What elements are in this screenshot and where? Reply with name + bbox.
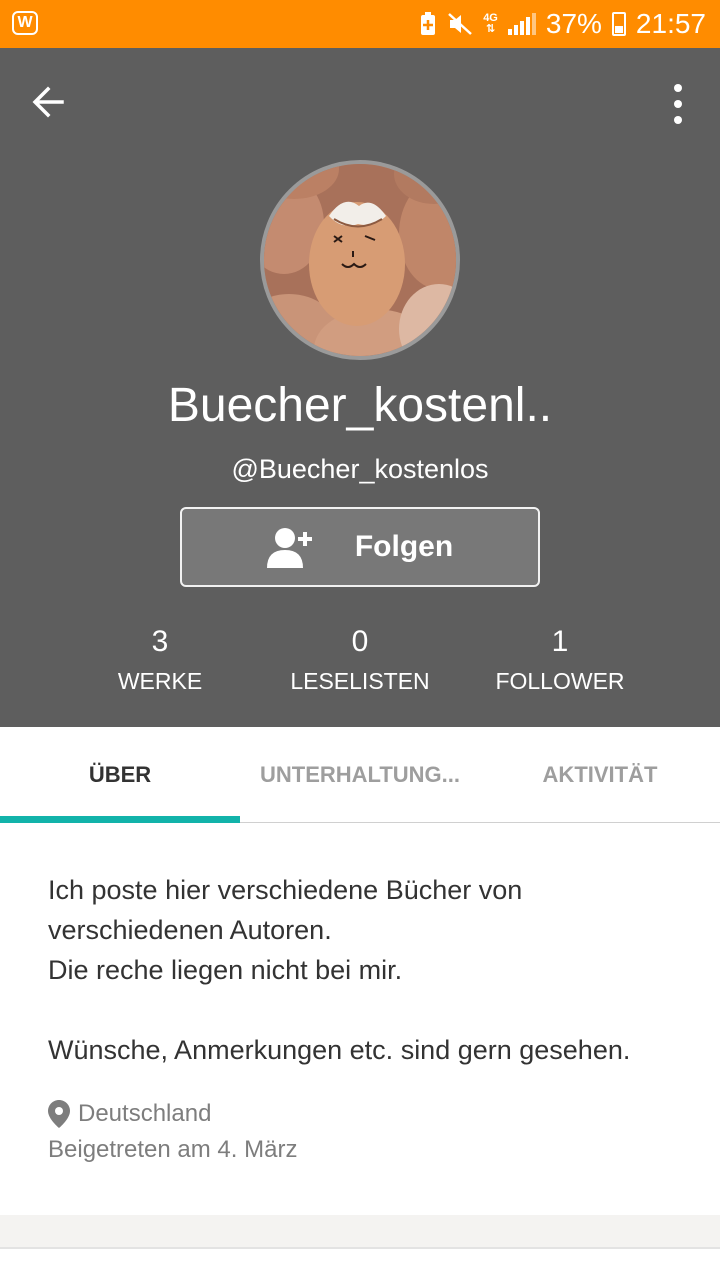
data-arrows-icon: ⇅ [485,23,496,35]
follow-button[interactable]: Folgen [180,507,540,587]
stat-reading-lists[interactable]: 0 LESELISTEN [260,624,460,704]
profile-tabs: ÜBER UNTERHALTUNG... AKTIVITÄT [0,727,720,823]
stat-followers[interactable]: 1 FOLLOWER [460,624,660,704]
stat-reading-lists-value: 0 [351,625,369,658]
username: @Buecher_kostenlos [231,454,489,484]
battery-percent: 37% [545,8,602,39]
stat-followers-label: FOLLOWER [495,668,625,694]
stat-works[interactable]: 3 WERKE [60,624,260,704]
follow-label: Folgen [354,530,454,563]
location-pin-icon [48,1100,70,1128]
stat-followers-value: 1 [551,625,569,658]
add-user-icon [266,528,312,568]
battery-saver-icon [421,12,436,35]
more-options-button[interactable] [666,84,690,124]
network-indicator: 4G ⇅ [483,12,498,35]
clock: 21:57 [635,8,706,39]
stat-reading-lists-label: LESELISTEN [290,668,430,694]
divider-line [0,1247,720,1249]
profile-header: Buecher_kostenl.. @Buecher_kostenlos Fol… [0,48,720,727]
back-button[interactable] [30,84,80,124]
wattpad-app-icon: W [12,11,38,35]
tab-about[interactable]: ÜBER [0,727,240,823]
signal-icon [507,13,536,35]
stat-works-label: WERKE [117,668,203,694]
section-divider [0,1215,720,1247]
mute-icon [448,13,473,35]
egg-avatar-image [264,164,456,356]
stat-works-value: 3 [151,625,169,658]
tab-activity[interactable]: AKTIVITÄT [480,727,720,822]
profile-stats: 3 WERKE 0 LESELISTEN 1 FOLLOWER [60,624,660,704]
status-icons: 4G ⇅ 37% 21:57 [419,0,706,48]
display-name: Buecher_kostenl.. [167,379,553,432]
location: Deutschland [48,1100,211,1128]
joined-date: Beigetreten am 4. März [48,1136,298,1163]
status-bar: W 4G ⇅ 37% 21:57 [0,0,720,48]
more-vertical-icon [674,84,682,124]
avatar[interactable] [260,160,460,360]
about-text: Ich poste hier verschiedene Bücher von v… [48,875,631,1065]
location-label: Deutschland [78,1100,212,1127]
arrow-left-icon [32,86,64,118]
battery-icon [611,12,626,36]
tab-conversations[interactable]: UNTERHALTUNG... [240,727,480,822]
